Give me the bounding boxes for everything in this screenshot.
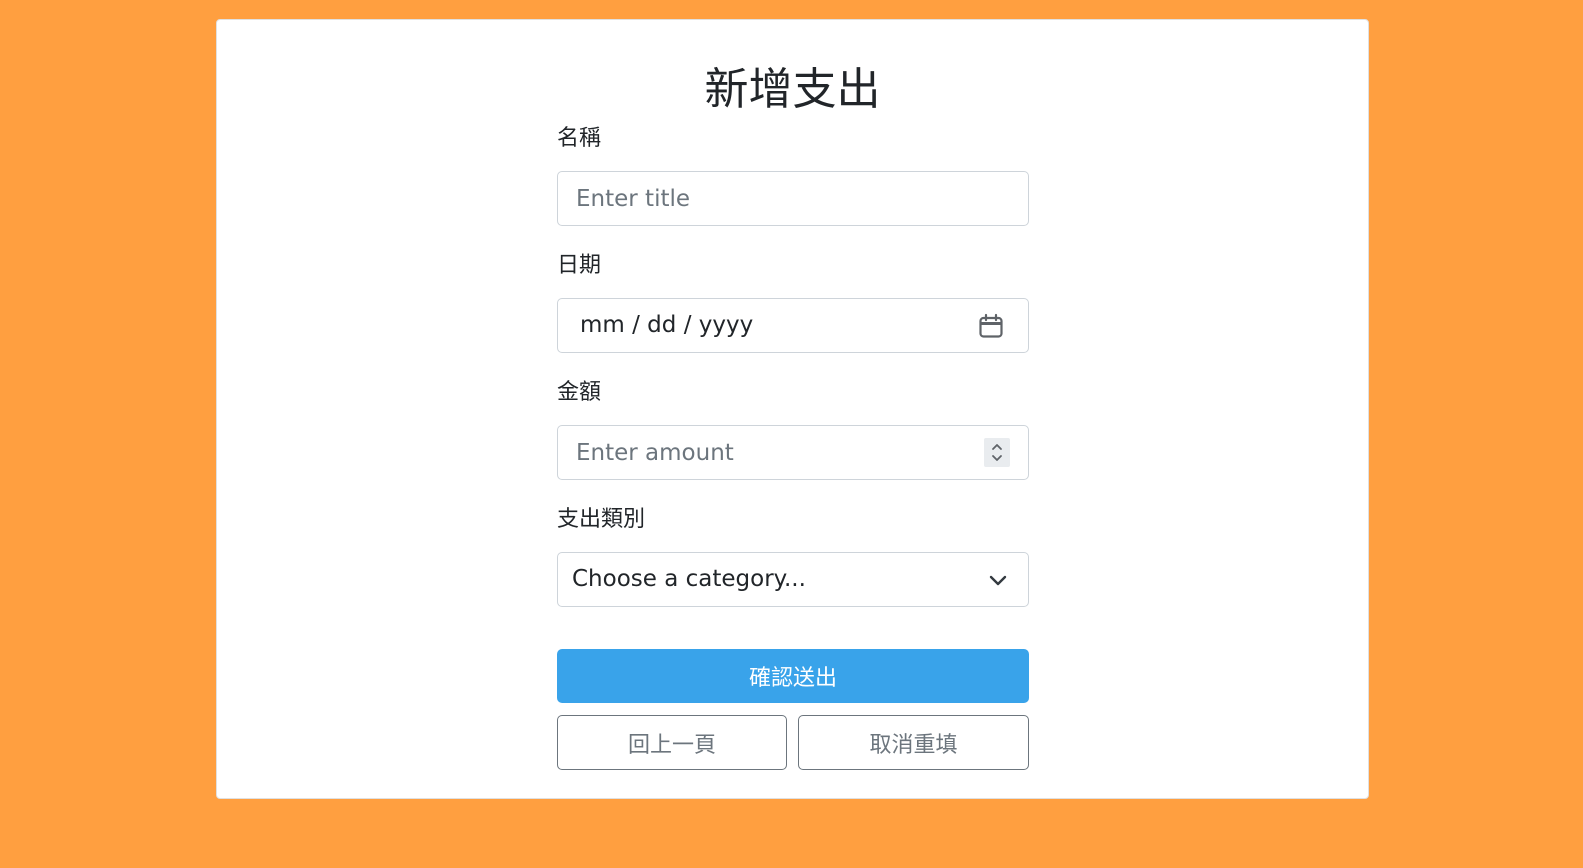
spinner-arrows-icon[interactable] [984, 438, 1010, 467]
amount-input[interactable] [576, 426, 956, 479]
title-label: 名稱 [557, 126, 602, 151]
chevron-down-icon [988, 570, 1008, 590]
submit-button[interactable]: 確認送出 [557, 649, 1029, 703]
title-field[interactable] [557, 171, 1029, 226]
title-input[interactable] [576, 172, 956, 225]
category-selected-value: Choose a category... [572, 566, 806, 592]
date-format-text: mm / dd / yyyy [580, 312, 754, 338]
back-button[interactable]: 回上一頁 [557, 715, 787, 770]
date-field[interactable]: mm / dd / yyyy [557, 298, 1029, 353]
form-card: 新增支出 名稱 日期 mm / dd / yyyy 金額 [216, 19, 1369, 799]
category-label: 支出類別 [557, 507, 646, 532]
category-select[interactable]: Choose a category... [557, 552, 1029, 607]
amount-field[interactable] [557, 425, 1029, 480]
reset-button[interactable]: 取消重填 [798, 715, 1029, 770]
date-label: 日期 [557, 253, 602, 278]
page-title: 新增支出 [704, 64, 881, 115]
amount-label: 金額 [557, 380, 602, 405]
calendar-icon[interactable] [978, 313, 1004, 339]
